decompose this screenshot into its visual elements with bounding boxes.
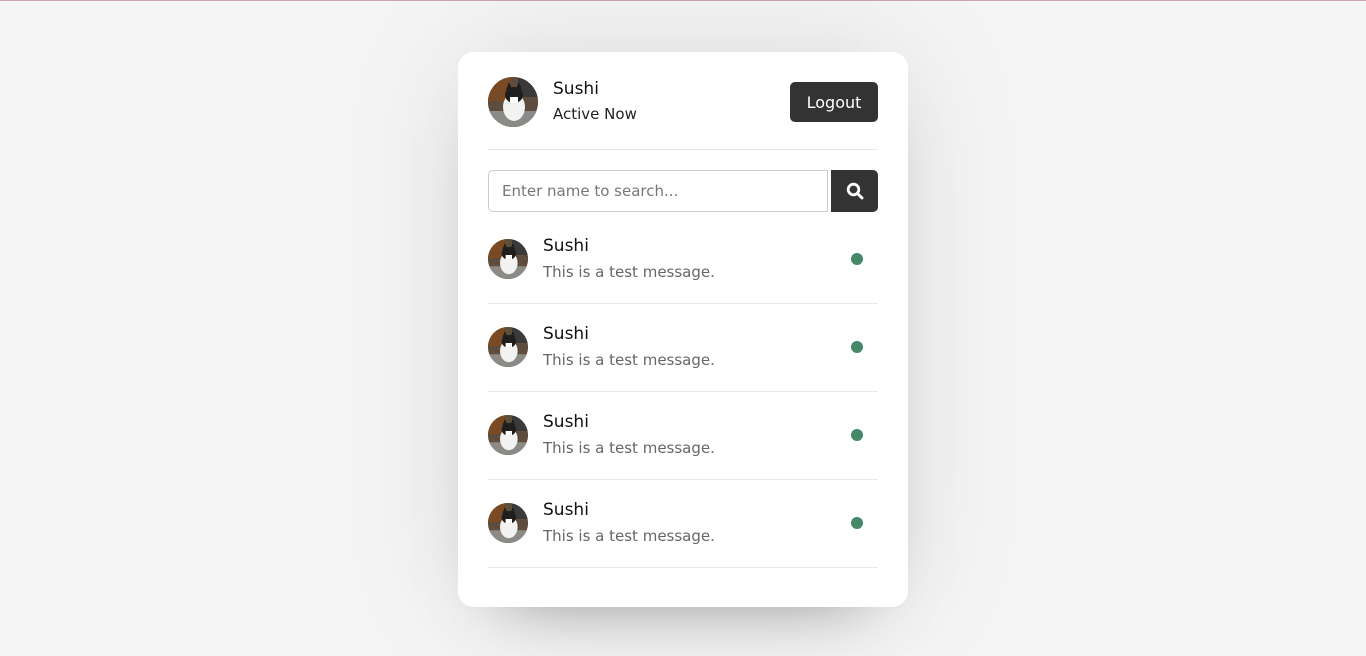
user-list-item-details: Sushi This is a test message. bbox=[543, 235, 715, 283]
user-list-item-details: Sushi This is a test message. bbox=[543, 499, 715, 547]
users-list: Sushi This is a test message. Sushi This… bbox=[488, 216, 878, 568]
online-status-dot bbox=[851, 516, 863, 529]
current-user-status: Active Now bbox=[553, 105, 637, 123]
user-avatar bbox=[488, 502, 528, 543]
user-avatar bbox=[488, 238, 528, 279]
search-input[interactable] bbox=[488, 170, 828, 212]
current-user: Sushi Active Now bbox=[488, 76, 637, 127]
current-user-name: Sushi bbox=[553, 79, 599, 99]
user-list-item-details: Sushi This is a test message. bbox=[543, 323, 715, 371]
user-list-item-message: This is a test message. bbox=[543, 526, 715, 545]
panel-header: Sushi Active Now Logout bbox=[488, 52, 878, 150]
user-list-item[interactable]: Sushi This is a test message. bbox=[488, 392, 878, 480]
user-list-item[interactable]: Sushi This is a test message. bbox=[488, 480, 878, 568]
user-list-item-info: Sushi This is a test message. bbox=[488, 323, 715, 371]
user-list-item-name: Sushi bbox=[543, 323, 589, 344]
user-list-item-name: Sushi bbox=[543, 235, 589, 256]
user-list-item-info: Sushi This is a test message. bbox=[488, 235, 715, 283]
user-avatar bbox=[488, 76, 538, 127]
online-status-dot bbox=[851, 340, 863, 353]
logout-button[interactable]: Logout bbox=[790, 82, 878, 122]
search-icon bbox=[846, 182, 863, 200]
top-accent-line bbox=[0, 0, 1366, 1]
user-list-item-message: This is a test message. bbox=[543, 438, 715, 457]
user-list-item[interactable]: Sushi This is a test message. bbox=[488, 304, 878, 392]
user-avatar bbox=[488, 326, 528, 367]
user-list-item-info: Sushi This is a test message. bbox=[488, 411, 715, 459]
online-status-dot bbox=[851, 252, 863, 265]
user-list-item-name: Sushi bbox=[543, 499, 589, 520]
user-list-item-info: Sushi This is a test message. bbox=[488, 499, 715, 547]
user-list-item-message: This is a test message. bbox=[543, 350, 715, 369]
online-status-dot bbox=[851, 428, 863, 441]
chat-users-panel: Sushi Active Now Logout Enter name to se… bbox=[458, 52, 908, 607]
current-user-details: Sushi Active Now bbox=[553, 78, 637, 125]
user-list-item-details: Sushi This is a test message. bbox=[543, 411, 715, 459]
user-list-item[interactable]: Sushi This is a test message. bbox=[488, 216, 878, 304]
user-avatar bbox=[488, 414, 528, 455]
search-bar bbox=[488, 170, 878, 212]
user-list-item-message: This is a test message. bbox=[543, 262, 715, 281]
user-list-item-name: Sushi bbox=[543, 411, 589, 432]
search-button[interactable] bbox=[831, 170, 878, 212]
